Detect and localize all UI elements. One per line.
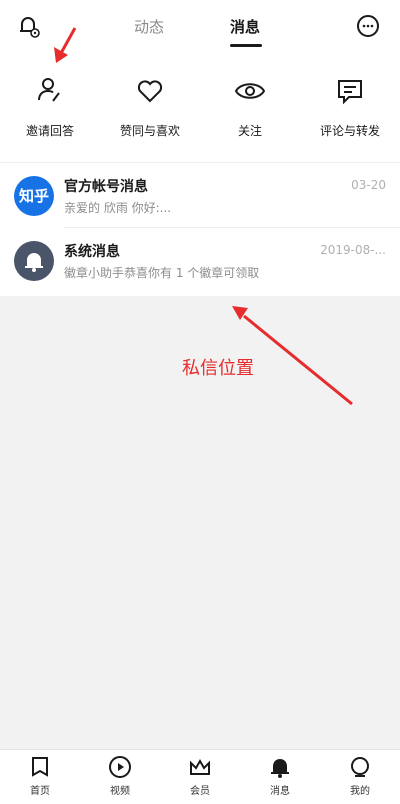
nav-video[interactable]: 视频 bbox=[80, 754, 160, 804]
category-comments[interactable]: 评论与转发 bbox=[300, 68, 400, 148]
category-follow[interactable]: 关注 bbox=[200, 68, 300, 148]
category-invite-answer[interactable]: 邀请回答 bbox=[0, 68, 100, 148]
list-item-official[interactable]: 知乎 官方帐号消息 亲爱的 欣雨 你好:... 03-20 bbox=[0, 163, 400, 229]
comment-icon bbox=[338, 80, 362, 105]
tab-messages[interactable]: 消息 bbox=[230, 16, 260, 37]
annotation-text: 私信位置 bbox=[182, 358, 254, 379]
profile-icon bbox=[351, 757, 369, 777]
bell-icon bbox=[25, 253, 43, 272]
nav-label: 消息 bbox=[270, 786, 290, 797]
heart-icon bbox=[137, 80, 163, 103]
category-label: 赞同与喜欢 bbox=[119, 124, 180, 138]
category-label: 评论与转发 bbox=[319, 124, 380, 138]
person-edit-icon bbox=[38, 78, 60, 102]
nav-messages[interactable]: 消息 bbox=[240, 754, 320, 804]
category-likes[interactable]: 赞同与喜欢 bbox=[100, 68, 200, 148]
message-title: 系统消息 bbox=[64, 244, 120, 260]
bell-icon bbox=[271, 759, 289, 778]
nav-label: 首页 bbox=[30, 786, 50, 797]
nav-label: 我的 bbox=[350, 786, 370, 797]
home-icon bbox=[32, 757, 48, 777]
message-time: 2019-08-... bbox=[320, 243, 386, 257]
message-preview: 徽章小助手恭喜你有 1 个徽章可领取 bbox=[64, 266, 260, 280]
avatar bbox=[14, 241, 54, 281]
crown-icon bbox=[190, 758, 210, 775]
header: 动态 消息 bbox=[0, 0, 400, 52]
category-row: 邀请回答 赞同与喜欢 关注 评论与转发 bbox=[0, 68, 400, 148]
nav-vip[interactable]: 会员 bbox=[160, 754, 240, 804]
active-tab-indicator bbox=[230, 44, 262, 47]
message-preview: 亲爱的 欣雨 你好:... bbox=[64, 201, 172, 215]
eye-icon bbox=[234, 83, 266, 99]
message-time: 03-20 bbox=[351, 178, 386, 192]
notification-settings-icon[interactable] bbox=[14, 12, 42, 40]
nav-profile[interactable]: 我的 bbox=[320, 754, 400, 804]
nav-home[interactable]: 首页 bbox=[0, 754, 80, 804]
top-panel: 动态 消息 邀请回答 赞同与喜欢 关注 评论与转发 知乎 官方帐号消息 亲爱的 … bbox=[0, 0, 400, 296]
play-icon bbox=[109, 756, 131, 778]
category-label: 关注 bbox=[237, 124, 262, 138]
nav-label: 会员 bbox=[190, 786, 210, 797]
list-item-system[interactable]: 系统消息 徽章小助手恭喜你有 1 个徽章可领取 2019-08-... bbox=[0, 228, 400, 294]
message-title: 官方帐号消息 bbox=[64, 179, 148, 195]
category-label: 邀请回答 bbox=[25, 124, 74, 138]
nav-label: 视频 bbox=[110, 786, 130, 797]
bottom-nav: 首页 视频 会员 消息 我的 bbox=[0, 749, 400, 804]
private-message-icon[interactable] bbox=[354, 12, 382, 40]
zhihu-logo-avatar: 知乎 bbox=[14, 176, 54, 216]
tab-dynamic[interactable]: 动态 bbox=[134, 16, 164, 37]
